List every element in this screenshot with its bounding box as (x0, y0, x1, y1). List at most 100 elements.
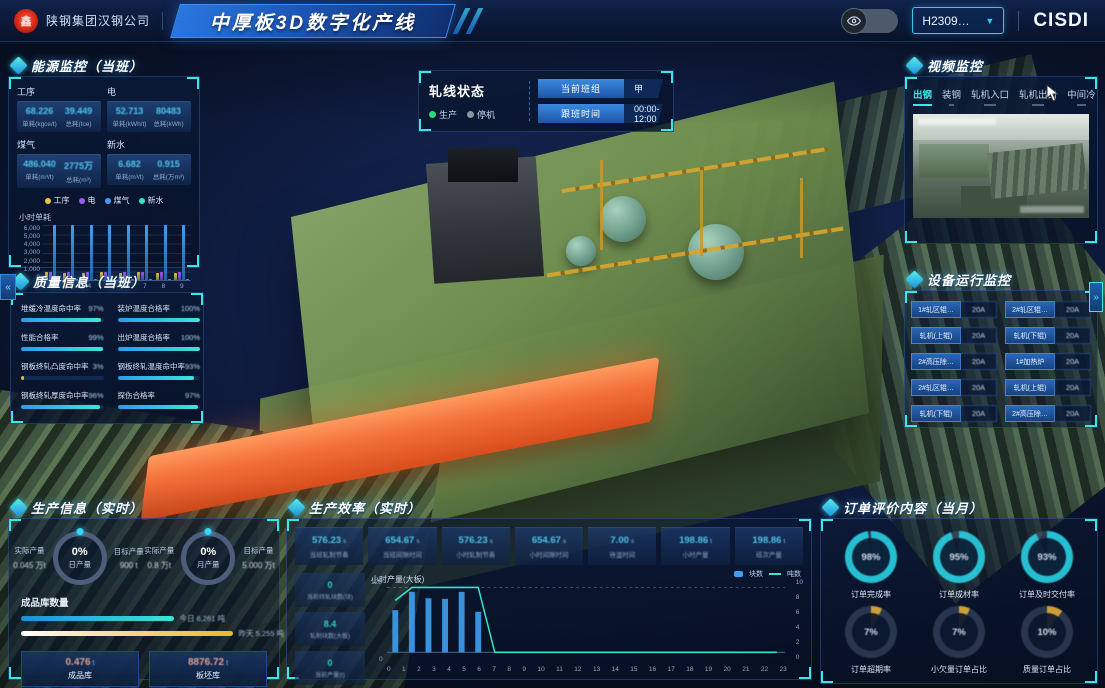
energy-metric: 80483总耗(kWh) (149, 106, 188, 128)
camera-feed[interactable] (913, 114, 1089, 218)
y-tick-label: 8 (796, 594, 803, 601)
visibility-toggle[interactable] (842, 9, 898, 33)
bar (156, 273, 159, 280)
x-tick-label: 13 (593, 666, 600, 673)
equipment-label-button[interactable]: 2#高压除… (1005, 405, 1055, 422)
order-kpi-label: 订单完成率 (851, 589, 891, 600)
order-kpi-donut: 7% (845, 606, 897, 658)
shift-dropdown[interactable]: H2309… ▼ (912, 7, 1004, 34)
bar (164, 225, 167, 280)
y-tick-label: 2 (796, 639, 803, 646)
inventory-label: 成品库数量 (21, 595, 279, 609)
orders-panel-title: 订单评价内容（当月） (824, 498, 983, 517)
equipment-label-button[interactable]: 2#轧区辊… (911, 379, 961, 396)
efficiency-mini-card: 8.4轧制块数(大板) (295, 612, 365, 646)
legend-item: 煤气 (105, 195, 130, 206)
efficiency-stat-label: 当班轧制节奏 (310, 549, 349, 559)
x-tick-label: 4 (447, 666, 451, 673)
quality-progress-track (21, 347, 104, 351)
equipment-expander[interactable]: » (1089, 282, 1103, 312)
target-output-label: 目标产量 (242, 545, 274, 556)
energy-group-name: 新水 (107, 138, 191, 151)
equipment-label-button[interactable]: 轧机(上辊) (911, 327, 961, 344)
energy-metric-label: 单耗(kgce/t) (20, 118, 59, 128)
bar (160, 272, 163, 280)
efficiency-stat-value: 198.86t (752, 535, 785, 546)
quality-item-value: 97% (89, 304, 104, 313)
efficiency-stat-card: 7.00s待温时间 (588, 527, 656, 565)
x-tick-label: 9 (522, 666, 526, 673)
equipment-current-value: 20A (961, 405, 997, 422)
actual-output-label: 实际产量 (144, 545, 174, 556)
mini-card-value: 8.4 (324, 619, 337, 629)
x-tick-label: 11 (556, 666, 563, 673)
efficiency-stat-label: 小时轧制节奏 (456, 549, 495, 559)
camera-tab-中间冷[interactable]: 中间冷 (1067, 87, 1096, 106)
order-kpi-donut: 95% (933, 531, 985, 583)
quality-item: 探伤合格率97% (118, 390, 201, 409)
x-tick-label: 12 (574, 666, 581, 673)
finished-stock-card: 0.476t 成品库 (21, 651, 139, 687)
quality-grid: 堆缓冷温度命中率97%装炉温度合格率100%性能合格率99%出炉温度合格率100… (11, 293, 203, 419)
gray-dot-icon (467, 111, 474, 118)
equipment-label-button[interactable]: 轧机(上辊) (1005, 379, 1055, 396)
shift-group-button[interactable]: 当前班组 (538, 79, 624, 98)
equipment-label-button[interactable]: 2#高压除… (911, 353, 961, 370)
feed-watermark-osd (1020, 206, 1084, 213)
equipment-current-value: 20A (961, 301, 997, 318)
daily-output-ring: 0%日产量 (53, 531, 107, 585)
camera-tab-装钢[interactable]: 装钢 (942, 87, 961, 106)
equipment-label-button[interactable]: 轧机(下辊) (911, 405, 961, 422)
right-axis-ticks: 1086420 (796, 579, 803, 661)
order-kpi-donut: 93% (1021, 531, 1073, 583)
order-kpi-label: 订单及时交付率 (1019, 589, 1075, 600)
inventory-bar-fill (21, 616, 174, 621)
equipment-row: 2#高压除…20A (911, 353, 997, 370)
y-tick-label: 10 (796, 579, 803, 586)
order-kpi-value: 10% (1037, 627, 1056, 638)
equipment-current-value: 20A (1055, 379, 1091, 396)
equipment-label-button[interactable]: 1#加热炉 (1005, 353, 1055, 370)
shift-time-row: 跟班时间 00:00-12:00 (538, 104, 663, 123)
energy-metric-value: 0.915 (149, 159, 188, 169)
efficiency-stat-value: 576.23s (459, 535, 493, 546)
quality-progress-fill (21, 318, 101, 322)
y-tick-label: 3,000 (24, 249, 40, 256)
quality-item: 装炉温度合格率100% (118, 303, 201, 322)
camera-tab-轧机入口[interactable]: 轧机入口 (971, 87, 1009, 106)
energy-metric: 2775万总耗(m³) (59, 159, 98, 184)
equipment-label-button[interactable]: 1#轧区辊… (911, 301, 961, 318)
mini-card-value: 0 (327, 658, 332, 668)
panel-collapse-handle[interactable]: « (0, 274, 16, 300)
order-kpi-value: 7% (864, 627, 878, 638)
quality-item: 堆缓冷温度命中率 97% (21, 303, 104, 322)
equipment-row: 轧机(上辊)20A (1005, 379, 1091, 396)
efficiency-stat-label: 班次产量 (756, 549, 782, 559)
mini-card-label: 当前产量(t) (315, 670, 345, 679)
panel-diamond-icon (9, 498, 27, 516)
equipment-label-button[interactable]: 轧机(下辊) (1005, 327, 1055, 344)
eye-icon (841, 8, 867, 34)
y-tick-label: 0 (796, 654, 803, 661)
legend-dot-icon (79, 198, 85, 204)
shift-group-value: 甲 (624, 79, 663, 98)
y-tick-label: 5,000 (24, 233, 40, 240)
panel-diamond-icon (287, 498, 305, 516)
quality-item-label: 装炉温度合格率 (118, 303, 171, 314)
equipment-label-button[interactable]: 2#轧区辊… (1005, 301, 1055, 318)
order-kpi-value: 7% (952, 627, 966, 638)
shift-time-button[interactable]: 跟班时间 (538, 104, 624, 123)
energy-metric: 39.449总耗(tce) (59, 106, 98, 128)
legend-producing: 生产 (429, 108, 457, 121)
camera-tab-出钢[interactable]: 出钢 (913, 87, 932, 106)
legend-item: 电 (79, 195, 96, 206)
energy-metric-value: 68.226 (20, 106, 59, 116)
line-status-legend: 生产 停机 (429, 108, 521, 121)
left-axis-min: 0 (379, 656, 383, 663)
feed-machines (919, 144, 989, 178)
energy-metric: 486.040单耗(m³/t) (20, 159, 59, 184)
quality-panel: 堆缓冷温度命中率97%装炉温度合格率100%性能合格率99%出炉温度合格率100… (10, 292, 204, 424)
daily-output-gauge: 实际产量0.045 万t 0%日产量 目标产量900 t (13, 531, 143, 585)
energy-panel-title: 能源监控（当班） (12, 56, 143, 75)
quality-item-label: 堆缓冷温度命中率 (21, 303, 81, 314)
